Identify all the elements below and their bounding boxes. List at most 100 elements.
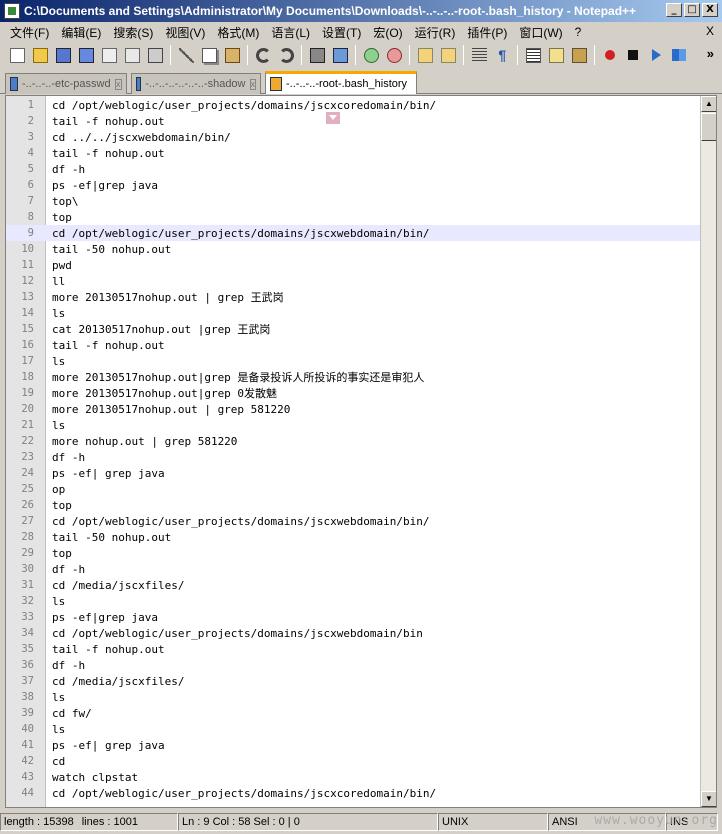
menu-search[interactable]: 搜索(S) bbox=[107, 24, 159, 41]
doc-map-icon[interactable] bbox=[568, 44, 590, 66]
user-lang-icon[interactable] bbox=[545, 44, 567, 66]
code-line[interactable]: 11 pwd bbox=[6, 257, 701, 273]
save-icon[interactable] bbox=[52, 44, 74, 66]
scroll-thumb[interactable] bbox=[701, 113, 716, 141]
code-line[interactable]: 13 more 20130517nohup.out | grep 王武岗 bbox=[6, 289, 701, 305]
cut-icon[interactable] bbox=[175, 44, 197, 66]
code-line[interactable]: 30 df -h bbox=[6, 561, 701, 577]
wrap-icon[interactable] bbox=[468, 44, 490, 66]
code-line[interactable]: 10 tail -50 nohup.out bbox=[6, 241, 701, 257]
menu-macro[interactable]: 宏(O) bbox=[367, 24, 408, 41]
menu-language[interactable]: 语言(L) bbox=[265, 24, 316, 41]
code-line[interactable]: 26 top bbox=[6, 497, 701, 513]
menu-run[interactable]: 运行(R) bbox=[409, 24, 462, 41]
menu-window[interactable]: 窗口(W) bbox=[513, 24, 568, 41]
code-line[interactable]: 22 more nohup.out | grep 581220 bbox=[6, 433, 701, 449]
code-line[interactable]: 44 cd /opt/weblogic/user_projects/domains… bbox=[6, 785, 701, 801]
indent-guide-icon[interactable] bbox=[522, 44, 544, 66]
editor-pane[interactable]: 1 cd /opt/weblogic/user_projects/domains/… bbox=[5, 95, 717, 808]
code-line[interactable]: 14 ls bbox=[6, 305, 701, 321]
toolbar-overflow-button[interactable]: » bbox=[707, 46, 714, 61]
find-icon[interactable] bbox=[306, 44, 328, 66]
code-line[interactable]: 6 ps -ef|grep java bbox=[6, 177, 701, 193]
code-line[interactable]: 5 df -h bbox=[6, 161, 701, 177]
code-line[interactable]: 8 top bbox=[6, 209, 701, 225]
tab-close-icon[interactable]: x bbox=[249, 78, 256, 90]
sync-v-icon[interactable] bbox=[414, 44, 436, 66]
code-line[interactable]: 40 ls bbox=[6, 721, 701, 737]
code-line[interactable]: 34 cd /opt/weblogic/user_projects/domains… bbox=[6, 625, 701, 641]
close-all-icon[interactable] bbox=[121, 44, 143, 66]
menu-format[interactable]: 格式(M) bbox=[211, 24, 265, 41]
menu-plugins[interactable]: 插件(P) bbox=[461, 24, 513, 41]
paste-icon[interactable] bbox=[221, 44, 243, 66]
code-line[interactable]: 41 ps -ef| grep java bbox=[6, 737, 701, 753]
menu-help[interactable]: ? bbox=[569, 25, 588, 39]
code-line[interactable]: 36 df -h bbox=[6, 657, 701, 673]
scroll-down-button[interactable]: ▼ bbox=[701, 791, 716, 807]
redo-icon[interactable] bbox=[275, 44, 297, 66]
code-line[interactable]: 28 tail -50 nohup.out bbox=[6, 529, 701, 545]
code-line[interactable]: 38 ls bbox=[6, 689, 701, 705]
replace-icon[interactable] bbox=[329, 44, 351, 66]
new-file-icon[interactable] bbox=[6, 44, 28, 66]
code-line[interactable]: 2 tail -f nohup.out bbox=[6, 113, 701, 129]
code-line[interactable]: 33 ps -ef|grep java bbox=[6, 609, 701, 625]
save-all-icon[interactable] bbox=[75, 44, 97, 66]
tab-etc-passwd[interactable]: -..-..-..-etc-passwd x bbox=[5, 73, 127, 94]
code-line[interactable]: 25 op bbox=[6, 481, 701, 497]
menu-view[interactable]: 视图(V) bbox=[159, 24, 211, 41]
code-line[interactable]: 3 cd ../../jscxwebdomain/bin/ bbox=[6, 129, 701, 145]
close-document-button[interactable]: X bbox=[706, 24, 714, 38]
menu-file[interactable]: 文件(F) bbox=[4, 24, 55, 41]
code-line[interactable]: 32 ls bbox=[6, 593, 701, 609]
file-icon bbox=[136, 77, 142, 91]
code-line[interactable]: 15 cat 20130517nohup.out |grep 王武岗 bbox=[6, 321, 701, 337]
code-line[interactable]: 20 more 20130517nohup.out | grep 581220 bbox=[6, 401, 701, 417]
code-line[interactable]: 16 tail -f nohup.out bbox=[6, 337, 701, 353]
vertical-scrollbar[interactable]: ▲ ▼ bbox=[700, 96, 716, 807]
copy-icon[interactable] bbox=[198, 44, 220, 66]
code-line[interactable]: 9 cd /opt/weblogic/user_projects/domains/… bbox=[6, 225, 701, 241]
minimize-button[interactable]: _ bbox=[666, 3, 682, 17]
zoom-out-icon[interactable] bbox=[383, 44, 405, 66]
menu-edit[interactable]: 编辑(E) bbox=[55, 24, 107, 41]
tab-bash-history[interactable]: -..-..-..-root-.bash_history bbox=[265, 71, 417, 94]
code-line[interactable]: 23 df -h bbox=[6, 449, 701, 465]
code-line[interactable]: 12 ll bbox=[6, 273, 701, 289]
open-file-icon[interactable] bbox=[29, 44, 51, 66]
code-line[interactable]: 37 cd /media/jscxfiles/ bbox=[6, 673, 701, 689]
record-macro-icon[interactable] bbox=[599, 44, 621, 66]
code-line[interactable]: 35 tail -f nohup.out bbox=[6, 641, 701, 657]
code-line[interactable]: 4 tail -f nohup.out bbox=[6, 145, 701, 161]
code-line[interactable]: 24 ps -ef| grep java bbox=[6, 465, 701, 481]
code-line[interactable]: 42 cd bbox=[6, 753, 701, 769]
code-line[interactable]: 43 watch clpstat bbox=[6, 769, 701, 785]
print-icon[interactable] bbox=[144, 44, 166, 66]
code-line[interactable]: 21 ls bbox=[6, 417, 701, 433]
play-macro-icon[interactable] bbox=[645, 44, 667, 66]
scroll-up-button[interactable]: ▲ bbox=[701, 96, 716, 112]
code-line[interactable]: 7 top\ bbox=[6, 193, 701, 209]
run-macro-multiple-icon[interactable] bbox=[668, 44, 690, 66]
maximize-button[interactable]: □ bbox=[684, 3, 700, 17]
code-line[interactable]: 17 ls bbox=[6, 353, 701, 369]
code-line[interactable]: 1 cd /opt/weblogic/user_projects/domains/… bbox=[6, 97, 701, 113]
code-line[interactable]: 18 more 20130517nohup.out|grep 是备录投诉人所投诉的… bbox=[6, 369, 701, 385]
tab-shadow[interactable]: -..-..-..-..-..-..-shadow x bbox=[131, 73, 261, 94]
undo-icon[interactable] bbox=[252, 44, 274, 66]
line-text: df -h bbox=[52, 450, 86, 464]
stop-macro-icon[interactable] bbox=[622, 44, 644, 66]
all-chars-icon[interactable]: ¶ bbox=[491, 44, 513, 66]
zoom-in-icon[interactable] bbox=[360, 44, 382, 66]
tab-close-icon[interactable]: x bbox=[114, 78, 122, 90]
sync-h-icon[interactable] bbox=[437, 44, 459, 66]
code-line[interactable]: 27 cd /opt/weblogic/user_projects/domains… bbox=[6, 513, 701, 529]
code-line[interactable]: 19 more 20130517nohup.out|grep 0发散魅 bbox=[6, 385, 701, 401]
menu-settings[interactable]: 设置(T) bbox=[316, 24, 367, 41]
close-file-icon[interactable] bbox=[98, 44, 120, 66]
code-line[interactable]: 29 top bbox=[6, 545, 701, 561]
close-button[interactable]: X bbox=[702, 3, 718, 17]
code-line[interactable]: 39 cd fw/ bbox=[6, 705, 701, 721]
code-line[interactable]: 31 cd /media/jscxfiles/ bbox=[6, 577, 701, 593]
